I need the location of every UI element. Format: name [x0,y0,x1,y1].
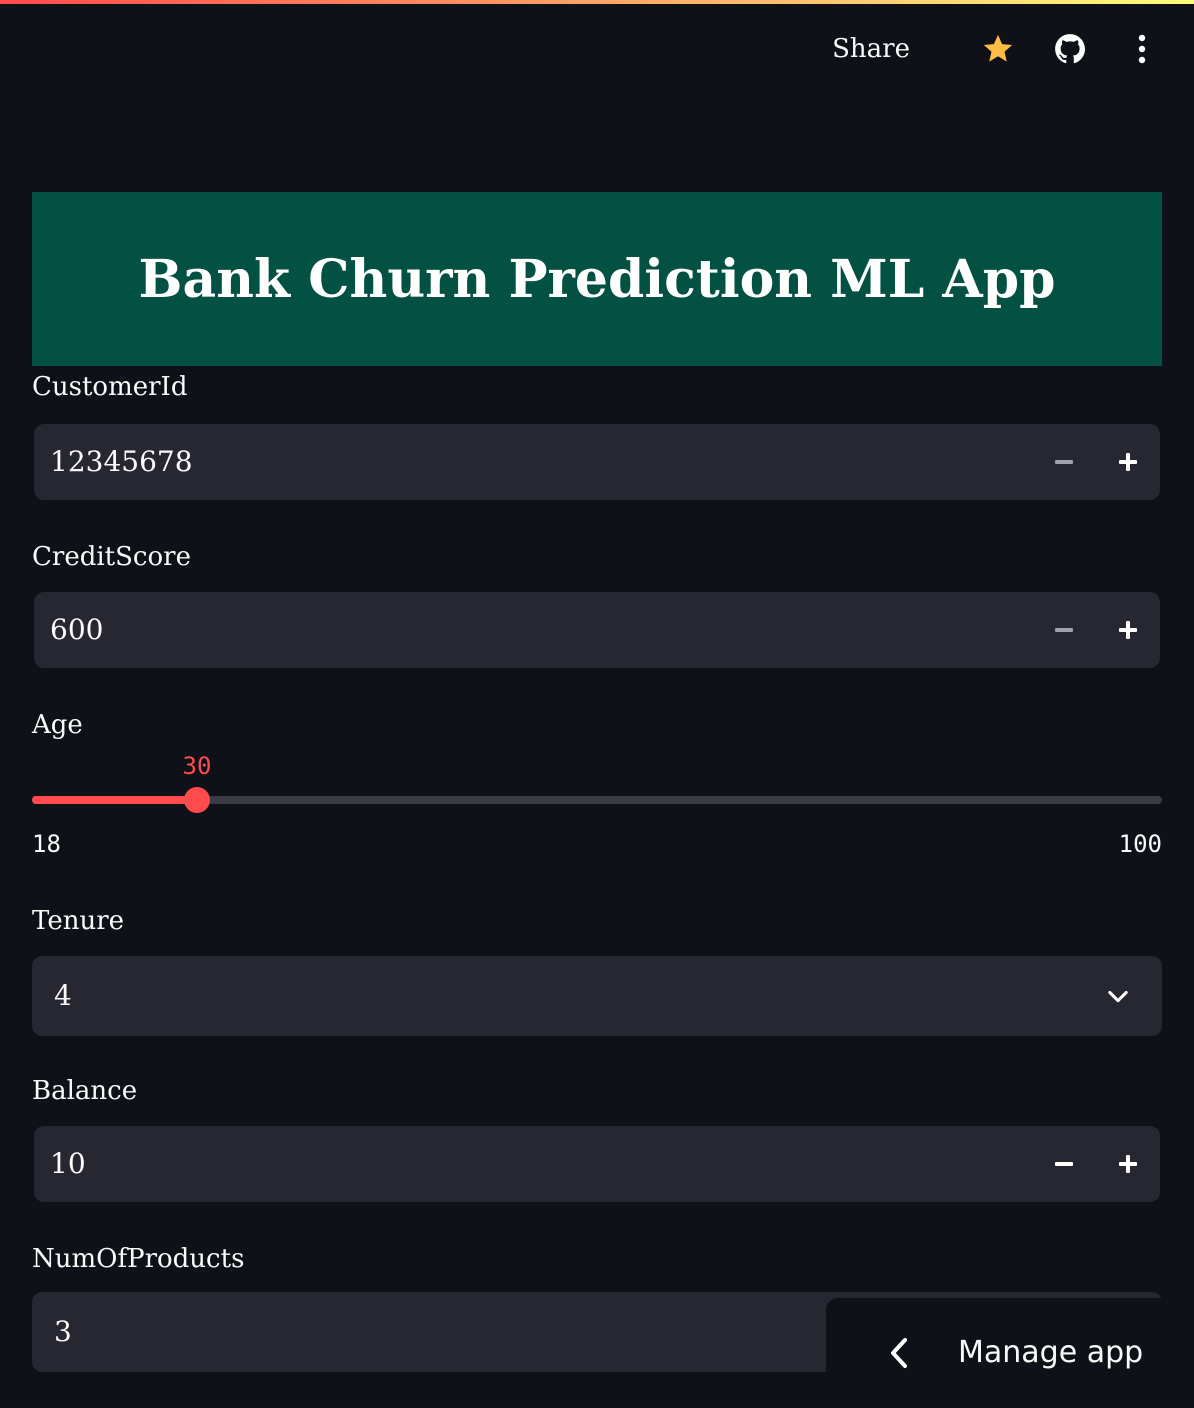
customer-id-value[interactable]: 12345678 [50,424,193,500]
age-slider-track[interactable] [32,787,1162,813]
tenure-label: Tenure [32,906,125,936]
age-slider-thumb[interactable] [184,787,210,813]
share-button[interactable]: Share [832,34,910,64]
num-of-products-label: NumOfProducts [32,1244,245,1274]
age-slider-max: 100 [1118,830,1162,858]
age-slider-value: 30 [182,752,212,780]
customer-id-input[interactable]: 12345678 [34,424,1160,500]
page-title: Bank Churn Prediction ML App [138,248,1056,310]
title-banner: Bank Churn Prediction ML App [32,192,1162,366]
balance-input[interactable]: 10 [34,1126,1160,1202]
balance-decrement-button[interactable] [1032,1126,1096,1202]
plus-icon [1119,1155,1137,1173]
plus-icon [1119,621,1137,639]
customer-id-decrement-button[interactable] [1032,424,1096,500]
tenure-selected-value: 4 [54,979,72,1012]
star-icon[interactable] [974,28,1022,70]
credit-score-increment-button[interactable] [1096,592,1160,668]
customer-id-label: CustomerId [32,372,188,402]
github-icon[interactable] [1046,28,1094,70]
customer-id-increment-button[interactable] [1096,424,1160,500]
num-of-products-selected-value: 3 [54,1315,72,1348]
credit-score-input[interactable]: 600 [34,592,1160,668]
balance-label: Balance [32,1076,138,1106]
balance-increment-button[interactable] [1096,1126,1160,1202]
balance-value[interactable]: 10 [50,1126,86,1202]
chevron-down-icon [1108,990,1128,1003]
manage-app-label: Manage app [958,1335,1144,1370]
tenure-select[interactable]: 4 [32,956,1162,1036]
credit-score-label: CreditScore [32,542,191,572]
chevron-left-icon [891,1338,907,1368]
header-toolbar: Share [832,28,1166,70]
minus-icon [1055,460,1073,464]
age-slider-min: 18 [32,830,61,858]
age-label: Age [32,710,83,740]
plus-icon [1119,453,1137,471]
credit-score-decrement-button[interactable] [1032,592,1096,668]
minus-icon [1055,1162,1073,1166]
minus-icon [1055,628,1073,632]
top-decoration-bar [0,0,1194,4]
manage-app-button[interactable]: Manage app [826,1298,1194,1408]
credit-score-value[interactable]: 600 [50,592,103,668]
age-slider-fill [32,796,197,804]
kebab-menu-icon[interactable] [1118,28,1166,70]
